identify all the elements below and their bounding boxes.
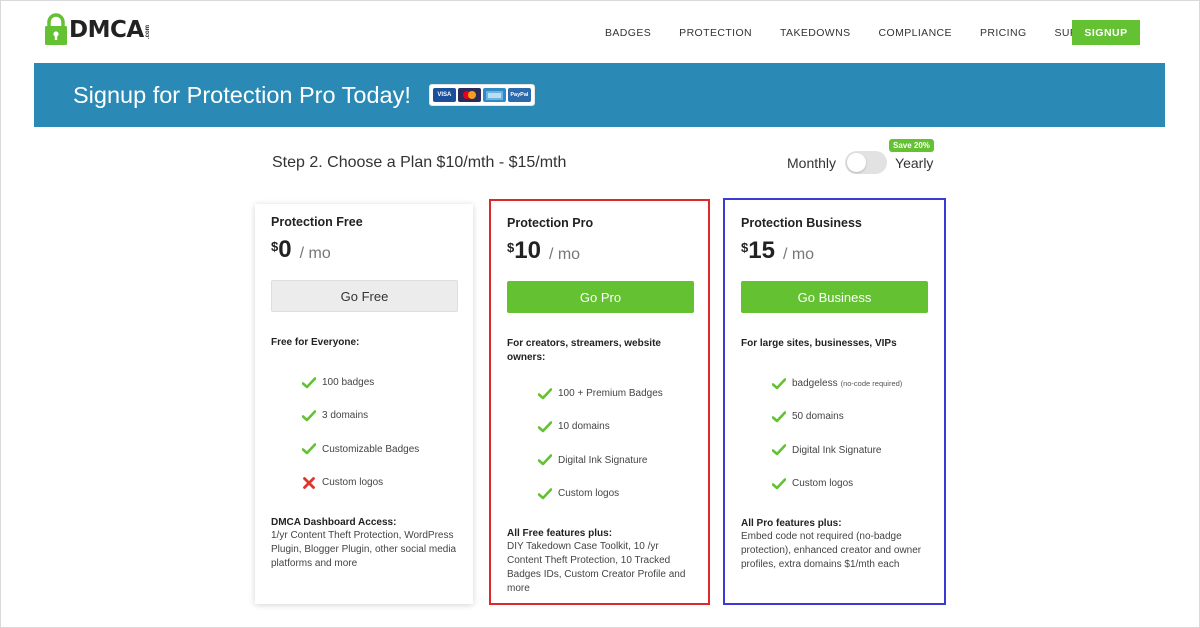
price-amount: 10 <box>514 237 541 264</box>
plan-price: $ 15 / mo <box>741 239 928 264</box>
feature-item: 100 badges <box>302 366 457 399</box>
mastercard-icon <box>457 88 481 102</box>
price-period: / mo <box>548 246 581 263</box>
page: DMCA .com BADGES PROTECTION TAKEDOWNS CO… <box>0 0 1200 628</box>
check-icon <box>772 477 786 491</box>
extras-title: All Pro features plus: <box>741 518 842 530</box>
feature-text: 3 domains <box>322 410 369 422</box>
feature-text: Custom logos <box>322 477 384 489</box>
feature-text: 50 domains <box>792 411 844 423</box>
feature-text: Customizable Badges <box>322 443 420 455</box>
go-pro-button[interactable]: Go Pro <box>507 281 694 313</box>
feature-text: Digital Ink Signature <box>558 454 648 466</box>
signup-button[interactable]: SIGNUP <box>1072 20 1140 45</box>
price-currency: $ <box>741 240 749 255</box>
nav-protection[interactable]: PROTECTION <box>679 27 752 39</box>
dmca-logo[interactable]: DMCA .com <box>44 13 151 46</box>
toggle-knob <box>847 153 867 172</box>
visa-icon: VISA <box>432 88 456 102</box>
feature-item: Custom logos <box>302 466 457 499</box>
plan-price: $ 10 / mo <box>507 239 692 264</box>
go-free-button[interactable]: Go Free <box>271 280 458 312</box>
check-icon <box>302 442 316 456</box>
feature-text: Custom logos <box>792 478 854 490</box>
feature-text: badgeless <box>792 378 838 390</box>
go-business-button[interactable]: Go Business <box>741 281 928 313</box>
feature-item: 10 domains <box>538 410 692 443</box>
plan-name: Protection Business <box>741 216 862 230</box>
plan-card-free: Protection Free $ 0 / mo Go Free Free fo… <box>255 204 473 604</box>
plan-card-business: Protection Business $ 15 / mo Go Busines… <box>723 198 946 605</box>
extras-title: DMCA Dashboard Access: <box>271 517 397 529</box>
nav-pricing[interactable]: PRICING <box>980 27 1027 39</box>
yearly-label[interactable]: Yearly <box>895 155 933 171</box>
check-icon <box>538 420 552 434</box>
check-icon <box>772 443 786 457</box>
paypal-icon: PayPal <box>507 88 531 102</box>
plan-audience: For creators, streamers, website owners: <box>507 338 661 363</box>
billing-toggle-group: Monthly Yearly <box>787 151 933 174</box>
feature-text: 100 + Premium Badges <box>558 388 663 400</box>
extras-title: All Free features plus: <box>507 528 613 540</box>
feature-item: 3 domains <box>302 399 457 432</box>
feature-list: badgeless (no-code required) 50 domains … <box>772 367 928 500</box>
extras-body: Embed code not required (no-badge protec… <box>741 531 922 571</box>
feature-item: Custom logos <box>772 467 928 500</box>
plan-card-pro: Protection Pro $ 10 / mo Go Pro For crea… <box>489 199 710 605</box>
feature-item: Custom logos <box>538 477 692 510</box>
check-icon <box>538 387 552 401</box>
check-icon <box>538 453 552 467</box>
price-amount: 0 <box>278 236 292 263</box>
cross-icon <box>302 476 316 490</box>
price-currency: $ <box>507 240 515 255</box>
plan-audience: Free for Everyone: <box>271 337 360 348</box>
amex-icon <box>482 88 506 102</box>
feature-list: 100 + Premium Badges 10 domains Digital … <box>538 377 692 510</box>
price-amount: 15 <box>748 237 775 264</box>
padlock-icon <box>45 13 67 45</box>
feature-text: 10 domains <box>558 421 610 433</box>
feature-text: Custom logos <box>558 488 620 500</box>
feature-text: 100 badges <box>322 377 375 389</box>
nav-compliance[interactable]: COMPLIANCE <box>879 27 952 39</box>
nav-badges[interactable]: BADGES <box>605 27 651 39</box>
logo-suffix: .com <box>144 24 151 39</box>
logo-text: DMCA <box>69 16 144 43</box>
feature-item: 50 domains <box>772 400 928 433</box>
check-icon <box>302 376 316 390</box>
banner-title: Signup for Protection Pro Today! <box>73 81 411 108</box>
check-icon <box>302 409 316 423</box>
plan-name: Protection Pro <box>507 216 594 230</box>
nav-takedowns[interactable]: TAKEDOWNS <box>780 27 851 39</box>
plan-price: $ 0 / mo <box>271 238 457 263</box>
plan-audience: For large sites, businesses, VIPs <box>741 338 897 349</box>
step-title: Step 2. Choose a Plan $10/mth - $15/mth <box>272 154 567 171</box>
plan-name: Protection Free <box>271 215 363 229</box>
extras-body: 1/yr Content Theft Protection, WordPress… <box>271 530 457 570</box>
check-icon <box>772 410 786 424</box>
payment-methods: VISA PayPal <box>428 84 535 106</box>
price-currency: $ <box>271 239 279 254</box>
feature-item: Customizable Badges <box>302 433 457 466</box>
main-nav: BADGES PROTECTION TAKEDOWNS COMPLIANCE P… <box>591 21 1122 45</box>
check-icon <box>538 487 552 501</box>
price-period: / mo <box>782 246 815 263</box>
feature-note: (no-code required) <box>840 379 903 389</box>
feature-item: Digital Ink Signature <box>538 444 692 477</box>
extras-body: DIY Takedown Case Toolkit, 10 /yr Conten… <box>507 541 686 595</box>
feature-text: Digital Ink Signature <box>792 444 882 456</box>
signup-banner: Signup for Protection Pro Today! VISA Pa… <box>34 63 1165 127</box>
feature-item: badgeless (no-code required) <box>772 367 928 400</box>
billing-toggle[interactable] <box>845 151 888 174</box>
feature-item: 100 + Premium Badges <box>538 377 692 410</box>
feature-item: Digital Ink Signature <box>772 434 928 467</box>
price-period: / mo <box>299 245 331 262</box>
feature-list: 100 badges 3 domains Customizable Badges… <box>302 366 457 499</box>
monthly-label[interactable]: Monthly <box>787 155 836 171</box>
check-icon <box>772 377 786 391</box>
